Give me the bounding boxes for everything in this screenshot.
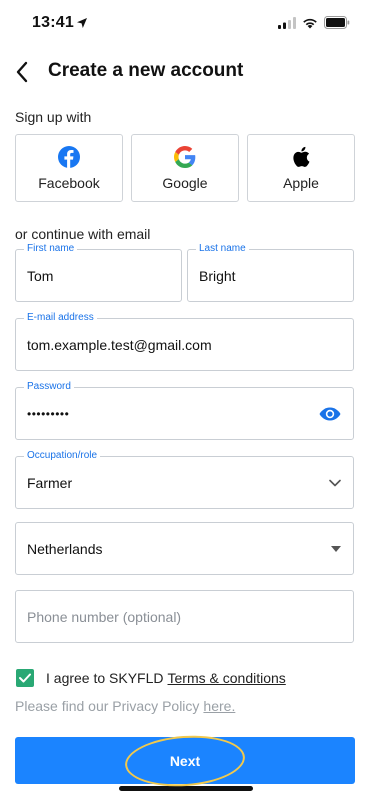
chevron-down-icon (329, 479, 341, 486)
country-select[interactable]: Netherlands (15, 522, 354, 575)
home-indicator (119, 786, 253, 791)
apple-button[interactable]: Apple (247, 134, 355, 202)
google-button[interactable]: Google (131, 134, 239, 202)
cellular-signal-icon (278, 16, 296, 29)
google-icon (174, 145, 196, 168)
agree-text: I agree to SKYFLD (46, 670, 164, 686)
email-label: E-mail address (24, 311, 97, 325)
status-bar: 13:41 (0, 0, 370, 46)
email-field[interactable]: E-mail address tom.example.test@gmail.co… (15, 311, 354, 371)
status-icons (278, 16, 350, 29)
country-value: Netherlands (27, 540, 103, 557)
email-value: tom.example.test@gmail.com (27, 336, 212, 353)
google-label: Google (162, 174, 208, 191)
password-field[interactable]: Password ••••••••• (15, 380, 354, 440)
eye-icon (319, 407, 341, 420)
facebook-button[interactable]: Facebook (15, 134, 123, 202)
privacy-text: Please find our Privacy Policy (15, 698, 200, 714)
phone-field[interactable]: Phone number (optional) (15, 590, 354, 643)
last-name-label: Last name (196, 242, 249, 256)
password-value: ••••••••• (27, 406, 70, 421)
battery-icon (324, 16, 350, 29)
next-button-label: Next (169, 752, 201, 769)
chevron-left-icon (16, 61, 28, 83)
apple-label: Apple (283, 174, 319, 191)
occupation-label: Occupation/role (24, 449, 101, 463)
occupation-value: Farmer (27, 474, 73, 491)
first-name-field[interactable]: First name Tom (15, 242, 182, 302)
caret-down-icon (331, 545, 341, 552)
last-name-field[interactable]: Last name Bright (187, 242, 354, 302)
last-name-value: Bright (199, 267, 236, 284)
next-button[interactable]: Next (15, 737, 355, 784)
signup-label: Sign up with (15, 109, 92, 125)
wifi-icon (303, 18, 317, 28)
toggle-password-visibility[interactable] (319, 407, 341, 421)
header: Create a new account (0, 52, 370, 92)
location-arrow-icon (77, 18, 87, 28)
privacy-link[interactable]: here. (203, 698, 235, 714)
first-name-value: Tom (27, 267, 54, 284)
apple-icon (293, 146, 310, 167)
agree-row: I agree to SKYFLD Terms & conditions (16, 668, 286, 688)
phone-placeholder: Phone number (optional) (27, 608, 182, 625)
first-name-label: First name (24, 242, 78, 256)
page-title: Create a new account (48, 60, 244, 81)
email-section-label: or continue with email (15, 226, 151, 242)
agree-checkbox[interactable] (16, 669, 34, 687)
facebook-icon (58, 145, 80, 168)
facebook-label: Facebook (38, 174, 100, 191)
privacy-row: Please find our Privacy Policy here. (15, 698, 235, 714)
occupation-dropdown-toggle[interactable] (329, 479, 341, 487)
country-dropdown-toggle[interactable] (331, 545, 341, 552)
occupation-select[interactable]: Occupation/role Farmer (15, 449, 354, 509)
checkmark-icon (19, 673, 31, 683)
password-label: Password (24, 380, 74, 394)
terms-link[interactable]: Terms & conditions (168, 670, 286, 686)
back-button[interactable] (8, 56, 36, 88)
status-time: 13:41 (32, 14, 74, 31)
